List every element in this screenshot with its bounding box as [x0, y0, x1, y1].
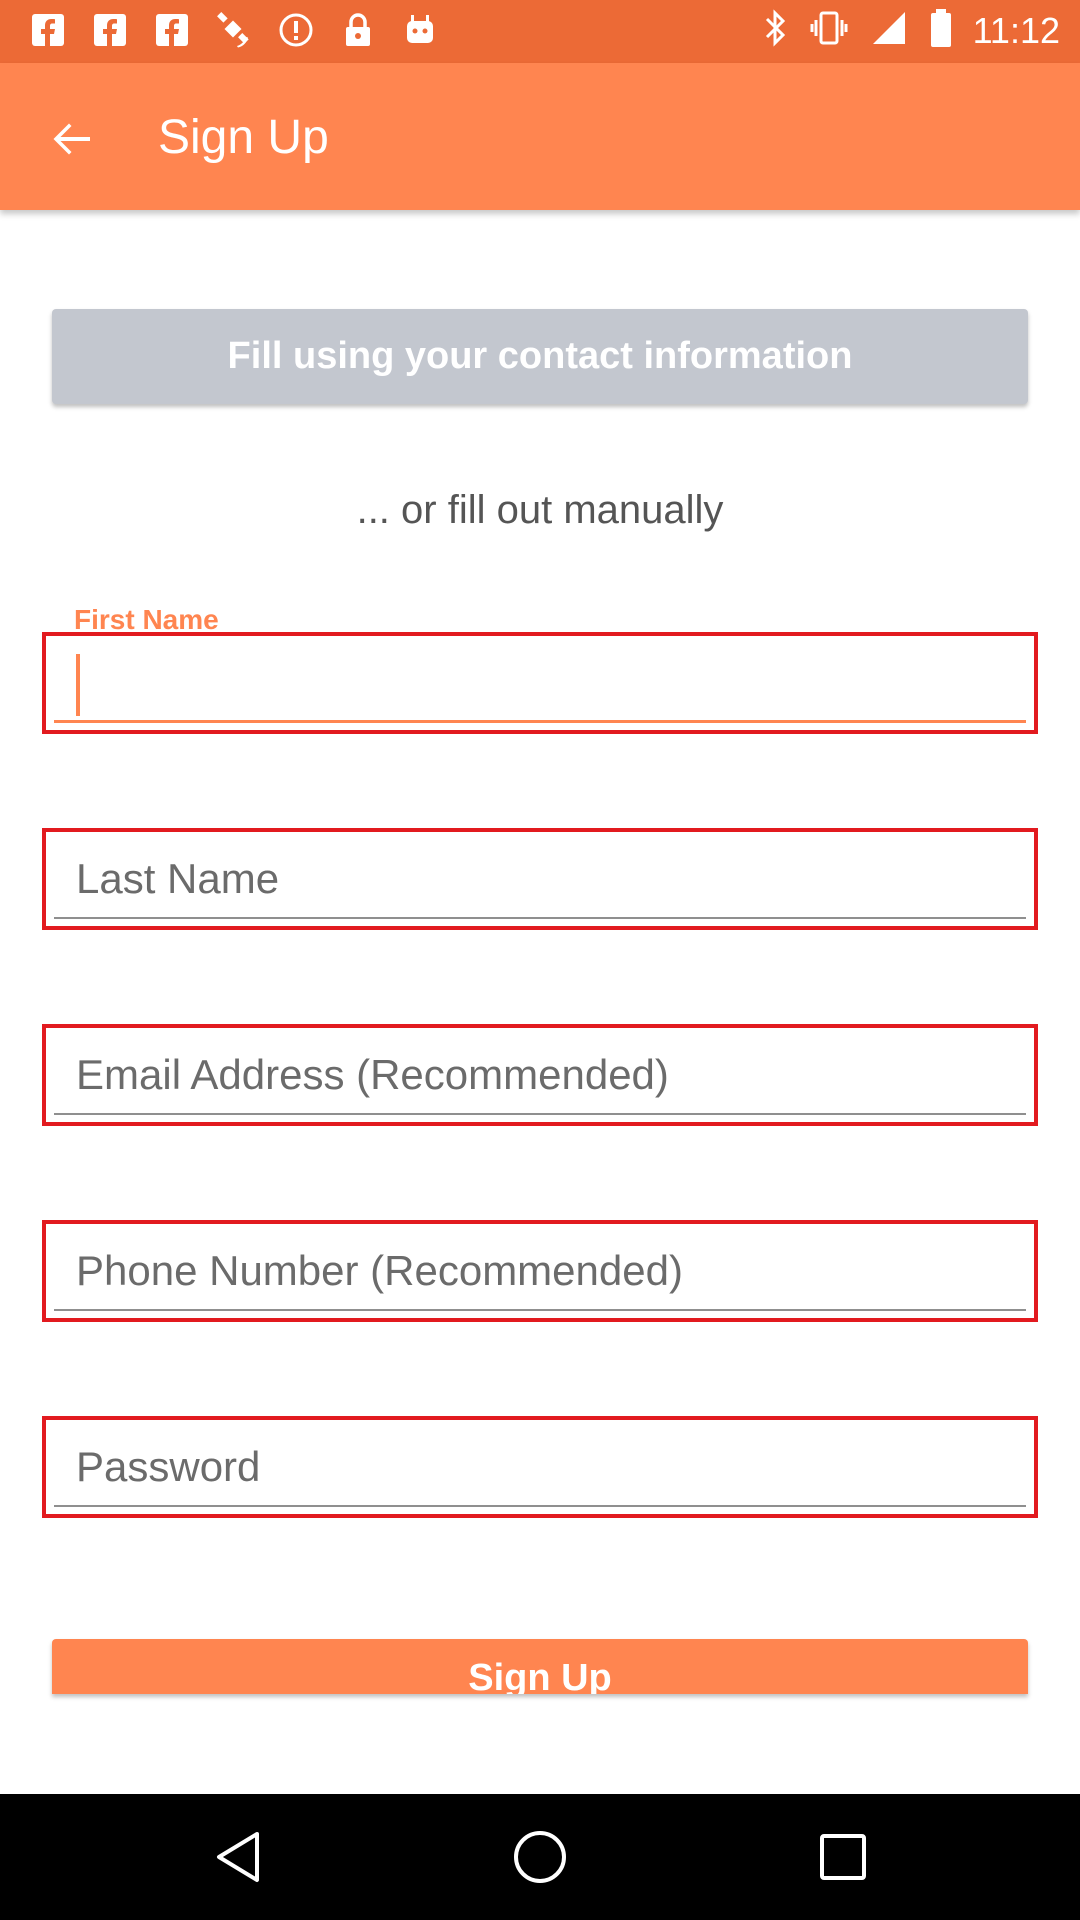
nav-recents-button[interactable]	[813, 1827, 873, 1887]
email-field[interactable]	[42, 1024, 1038, 1126]
facebook-icon	[152, 10, 192, 50]
battery-icon	[929, 8, 953, 53]
password-field[interactable]	[42, 1416, 1038, 1518]
home-circle-icon	[514, 1831, 566, 1883]
system-icons: 11:12	[763, 8, 1060, 53]
password-input[interactable]	[76, 1432, 996, 1502]
nav-back-button[interactable]	[208, 1827, 268, 1887]
status-bar: 11:12	[0, 0, 1080, 63]
field-underline	[54, 917, 1026, 919]
facebook-icon	[28, 10, 68, 50]
nav-home-button[interactable]	[510, 1827, 570, 1887]
back-button[interactable]	[40, 107, 104, 171]
notification-icons	[28, 10, 440, 50]
bluetooth-icon	[763, 8, 789, 53]
arrow-back-icon	[53, 123, 90, 155]
back-triangle-icon	[217, 1832, 259, 1882]
fill-contact-button[interactable]: Fill using your contact information	[52, 309, 1028, 404]
field-underline	[54, 720, 1026, 723]
phone-field[interactable]	[42, 1220, 1038, 1322]
status-time: 11:12	[972, 9, 1060, 51]
vibrate-icon	[809, 8, 849, 53]
navigation-bar	[0, 1794, 1080, 1920]
sign-up-label: Sign Up	[468, 1657, 612, 1694]
sign-up-button[interactable]: Sign Up	[52, 1639, 1028, 1694]
first-name-field[interactable]	[42, 632, 1038, 734]
satellite-icon	[214, 10, 254, 50]
facebook-icon	[90, 10, 130, 50]
last-name-field[interactable]	[42, 828, 1038, 930]
field-underline	[54, 1113, 1026, 1115]
field-underline	[54, 1505, 1026, 1507]
app-bar: Sign Up	[0, 63, 1080, 210]
field-underline	[54, 1309, 1026, 1311]
page-title: Sign Up	[158, 111, 329, 164]
first-name-input[interactable]	[76, 648, 996, 718]
recents-square-icon	[820, 1834, 866, 1880]
lock-icon	[338, 10, 378, 50]
phone-input[interactable]	[76, 1236, 996, 1306]
email-input[interactable]	[76, 1040, 996, 1110]
last-name-input[interactable]	[76, 844, 996, 914]
android-icon	[400, 10, 440, 50]
text-caret	[76, 654, 80, 716]
alert-icon	[276, 10, 316, 50]
manual-fill-text: ... or fill out manually	[356, 488, 724, 532]
signal-icon	[869, 8, 909, 53]
